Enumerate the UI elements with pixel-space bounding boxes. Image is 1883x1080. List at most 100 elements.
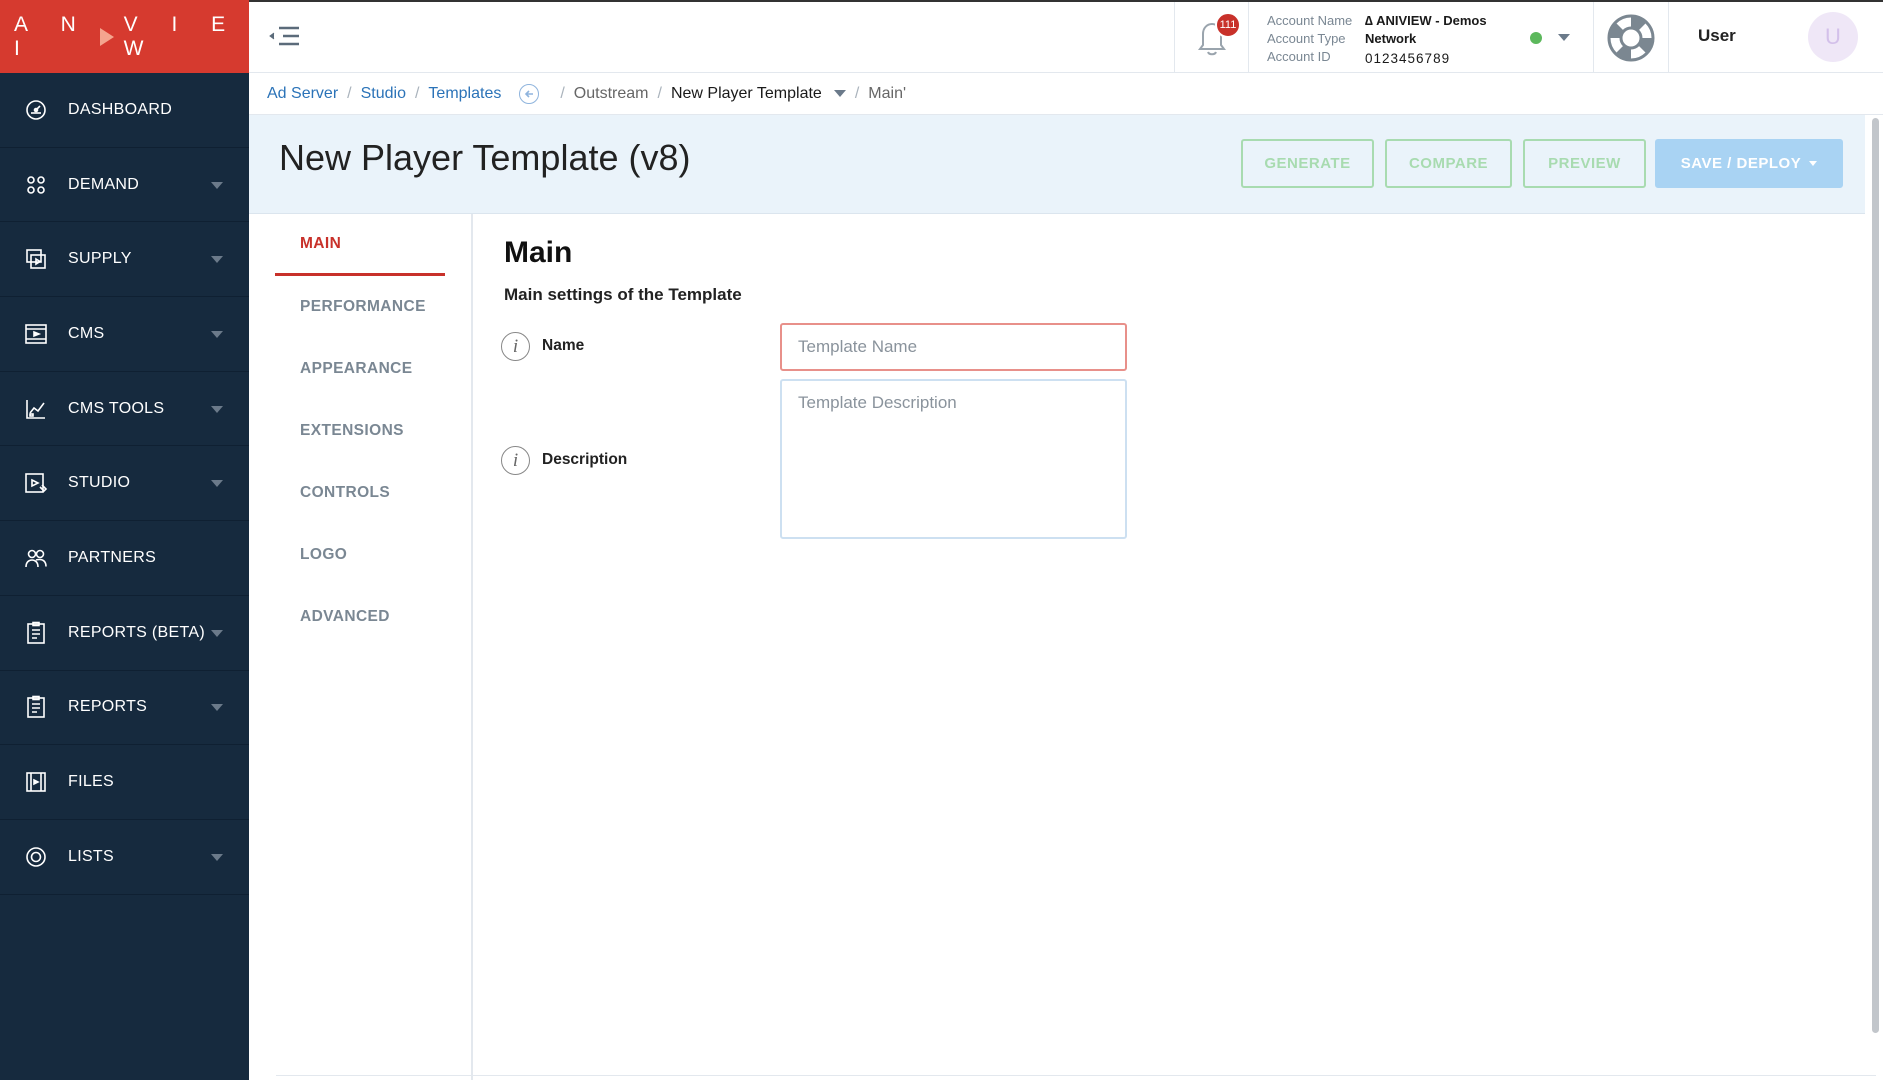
- tab-performance[interactable]: PERFORMANCE: [275, 276, 445, 338]
- chevron-down-icon: [211, 704, 223, 712]
- logo-play-icon: [99, 27, 114, 46]
- generate-button[interactable]: GENERATE: [1241, 139, 1374, 188]
- user-name[interactable]: User: [1698, 26, 1736, 46]
- reports-icon: [24, 695, 48, 719]
- account-name-row: Account Name ∆ ANIVIEW - Demos: [1267, 12, 1487, 30]
- sidebar-item-reports[interactable]: REPORTS: [0, 671, 249, 746]
- sidebar-item-cms-tools[interactable]: CMS TOOLS: [0, 372, 249, 447]
- sidebar-item-cms[interactable]: CMS: [0, 297, 249, 372]
- sidebar-item-label: DEMAND: [68, 175, 140, 193]
- breadcrumb-templates[interactable]: Templates: [428, 85, 501, 103]
- description-label: Description: [542, 451, 628, 468]
- compare-button[interactable]: COMPARE: [1385, 139, 1512, 188]
- chevron-down-icon[interactable]: [1558, 34, 1570, 41]
- sidebar-item-files[interactable]: FILES: [0, 745, 249, 820]
- chevron-down-icon: [211, 330, 223, 338]
- breadcrumb-separator: /: [657, 84, 662, 102]
- account-name-label: Account Name: [1267, 13, 1353, 28]
- sidebar-item-label: REPORTS (BETA): [68, 623, 205, 641]
- sidebar-item-label: PARTNERS: [68, 548, 157, 566]
- sidebar-item-label: LISTS: [68, 847, 114, 865]
- chevron-down-icon: [211, 181, 223, 189]
- top-bar: 111 Account Name ∆ ANIVIEW - Demos Accou…: [249, 0, 1883, 73]
- account-id-row: Account ID 0123456789: [1267, 48, 1487, 68]
- chevron-down-icon: [211, 853, 223, 861]
- tab-controls[interactable]: CONTROLS: [275, 462, 445, 524]
- sidebar-item-label: DASHBOARD: [68, 100, 173, 118]
- breadcrumb-ad-server[interactable]: Ad Server: [267, 85, 338, 103]
- sidebar-item-label: STUDIO: [68, 474, 131, 492]
- tab-logo[interactable]: LOGO: [275, 524, 445, 586]
- sidebar-item-supply[interactable]: SUPPLY: [0, 222, 249, 298]
- aniview-logo[interactable]: A N I V I E W: [0, 0, 249, 73]
- notifications-button[interactable]: 111: [1174, 2, 1249, 73]
- cms-tools-icon: [24, 397, 48, 421]
- help-button[interactable]: [1593, 2, 1669, 73]
- sidebar-item-label: REPORTS: [68, 698, 148, 716]
- breadcrumb-studio[interactable]: Studio: [361, 85, 406, 103]
- name-label: Name: [542, 337, 585, 354]
- dashboard-icon: [24, 98, 48, 122]
- main-section: Main Main settings of the Template: [504, 236, 742, 304]
- sidebar-item-reports-beta[interactable]: REPORTS (BETA): [0, 596, 249, 671]
- account-type-label: Account Type: [1267, 31, 1346, 46]
- breadcrumb: Ad Server / Studio / Templates / Outstre…: [249, 73, 1883, 115]
- cms-icon: [24, 322, 48, 346]
- chevron-down-icon: [211, 629, 223, 637]
- breadcrumb-separator: /: [854, 84, 860, 102]
- breadcrumb-separator: /: [347, 84, 352, 102]
- template-description-input[interactable]: [780, 379, 1127, 539]
- section-title: Main: [504, 236, 573, 269]
- sidebar-item-label: CMS TOOLS: [68, 399, 165, 417]
- partners-icon: [24, 546, 48, 570]
- tab-advanced[interactable]: ADVANCED: [275, 586, 445, 648]
- sidebar-item-partners[interactable]: PARTNERS: [0, 521, 249, 596]
- chevron-down-icon: [211, 405, 223, 413]
- lifebuoy-icon: [1607, 14, 1655, 61]
- preview-button[interactable]: PREVIEW: [1523, 139, 1646, 188]
- breadcrumb-section: Main': [868, 84, 907, 102]
- sidebar-item-label: CMS: [68, 324, 105, 342]
- logo-text-right: V I E W: [123, 12, 240, 60]
- sidebar-item-demand[interactable]: DEMAND: [0, 148, 249, 223]
- chevron-down-icon: [211, 256, 223, 264]
- sidebar-item-dashboard[interactable]: DASHBOARD: [0, 73, 249, 148]
- account-type-value: Network: [1365, 31, 1417, 46]
- account-id-value: 0123456789: [1365, 51, 1451, 66]
- studio-icon: [24, 471, 48, 495]
- logo-text-left: A N I: [14, 12, 90, 60]
- tab-extensions[interactable]: EXTENSIONS: [275, 400, 445, 462]
- demand-icon: [24, 173, 48, 197]
- divider: [276, 1075, 1876, 1076]
- back-arrow-icon[interactable]: [519, 83, 540, 104]
- account-id-label: Account ID: [1267, 49, 1331, 64]
- account-name-value: ∆ ANIVIEW - Demos: [1365, 13, 1487, 28]
- files-icon: [24, 770, 48, 794]
- scrollbar[interactable]: [1872, 118, 1879, 1033]
- sidebar-item-label: SUPPLY: [68, 250, 132, 268]
- chevron-down-icon: [1809, 161, 1818, 166]
- template-name-input[interactable]: [780, 323, 1127, 371]
- account-type-row: Account Type Network: [1267, 30, 1487, 48]
- save-deploy-button[interactable]: SAVE / DEPLOY: [1655, 139, 1843, 188]
- avatar[interactable]: U: [1808, 12, 1858, 62]
- breadcrumb-template[interactable]: New Player Template: [671, 85, 822, 103]
- supply-icon: [24, 247, 48, 271]
- account-info[interactable]: Account Name ∆ ANIVIEW - Demos Account T…: [1267, 12, 1487, 68]
- menu-toggle-icon[interactable]: [267, 22, 301, 50]
- info-icon[interactable]: i: [501, 446, 530, 475]
- chevron-down-icon[interactable]: [833, 90, 846, 97]
- settings-tabs: MAIN PERFORMANCE APPEARANCE EXTENSIONS C…: [249, 214, 473, 1080]
- info-icon[interactable]: i: [501, 332, 530, 361]
- breadcrumb-separator: /: [560, 84, 565, 102]
- sidebar-item-lists[interactable]: LISTS: [0, 820, 249, 895]
- section-subtitle: Main settings of the Template: [504, 285, 742, 304]
- page-title: New Player Template (v8): [279, 137, 691, 178]
- breadcrumb-separator: /: [414, 84, 420, 102]
- sidebar: A N I V I E W DASHBOARD DEMAND SUPPLY CM…: [0, 0, 249, 1080]
- reports-beta-icon: [24, 621, 48, 645]
- sidebar-item-label: FILES: [68, 773, 114, 791]
- sidebar-item-studio[interactable]: STUDIO: [0, 446, 249, 522]
- tab-appearance[interactable]: APPEARANCE: [275, 338, 445, 400]
- tab-main[interactable]: MAIN: [275, 214, 445, 276]
